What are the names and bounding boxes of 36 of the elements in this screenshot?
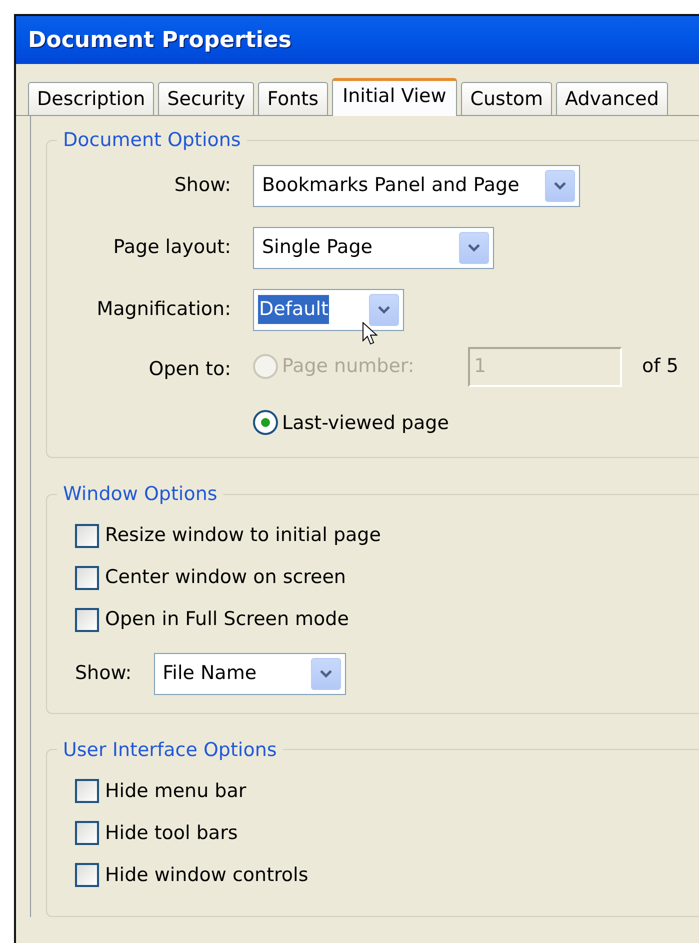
checkbox-label: Hide tool bars bbox=[105, 820, 238, 846]
checkbox-label: Resize window to initial page bbox=[105, 523, 381, 548]
checkbox[interactable] bbox=[75, 608, 99, 632]
mouse-pointer-icon bbox=[362, 322, 379, 347]
dropdown[interactable]: Single Page bbox=[253, 226, 494, 268]
checkbox[interactable] bbox=[75, 524, 99, 548]
tab[interactable]: Security bbox=[158, 82, 254, 115]
tab[interactable]: Fonts bbox=[258, 82, 328, 115]
checkbox[interactable] bbox=[75, 779, 99, 803]
field-label: Open to: bbox=[148, 356, 231, 382]
dropdown[interactable]: File Name bbox=[154, 652, 346, 694]
tab[interactable]: Initial View bbox=[332, 78, 458, 116]
window-title: Document Properties bbox=[28, 26, 292, 54]
dropdown[interactable]: Bookmarks Panel and Page bbox=[253, 164, 580, 206]
checkbox-label: Hide menu bar bbox=[105, 778, 246, 804]
field-label: Show: bbox=[173, 173, 231, 198]
dropdown[interactable]: Default bbox=[253, 288, 404, 330]
checkbox-label: Center window on screen bbox=[105, 565, 346, 590]
checkbox[interactable] bbox=[75, 821, 99, 845]
field-label: Show: bbox=[75, 661, 132, 686]
field-label: Page layout: bbox=[112, 235, 231, 260]
radio-label: Last-viewed page bbox=[282, 410, 449, 436]
group-title: Window Options bbox=[62, 482, 218, 507]
group-title: Document Options bbox=[62, 128, 242, 153]
tab[interactable]: Description bbox=[28, 82, 154, 115]
radio-button[interactable] bbox=[253, 410, 278, 436]
page-count: of 5 bbox=[642, 354, 678, 380]
checkbox[interactable] bbox=[75, 566, 99, 590]
checkbox-label: Open in Full Screen mode bbox=[105, 607, 349, 632]
field-label: Magnification: bbox=[96, 297, 231, 322]
tab[interactable]: Custom bbox=[461, 82, 552, 115]
checkbox-label: Hide window controls bbox=[105, 862, 308, 888]
radio-label: Page number: bbox=[282, 354, 414, 380]
tab[interactable]: Advanced bbox=[556, 82, 668, 115]
checkbox[interactable] bbox=[75, 863, 99, 887]
group-title: User Interface Options bbox=[62, 738, 278, 762]
